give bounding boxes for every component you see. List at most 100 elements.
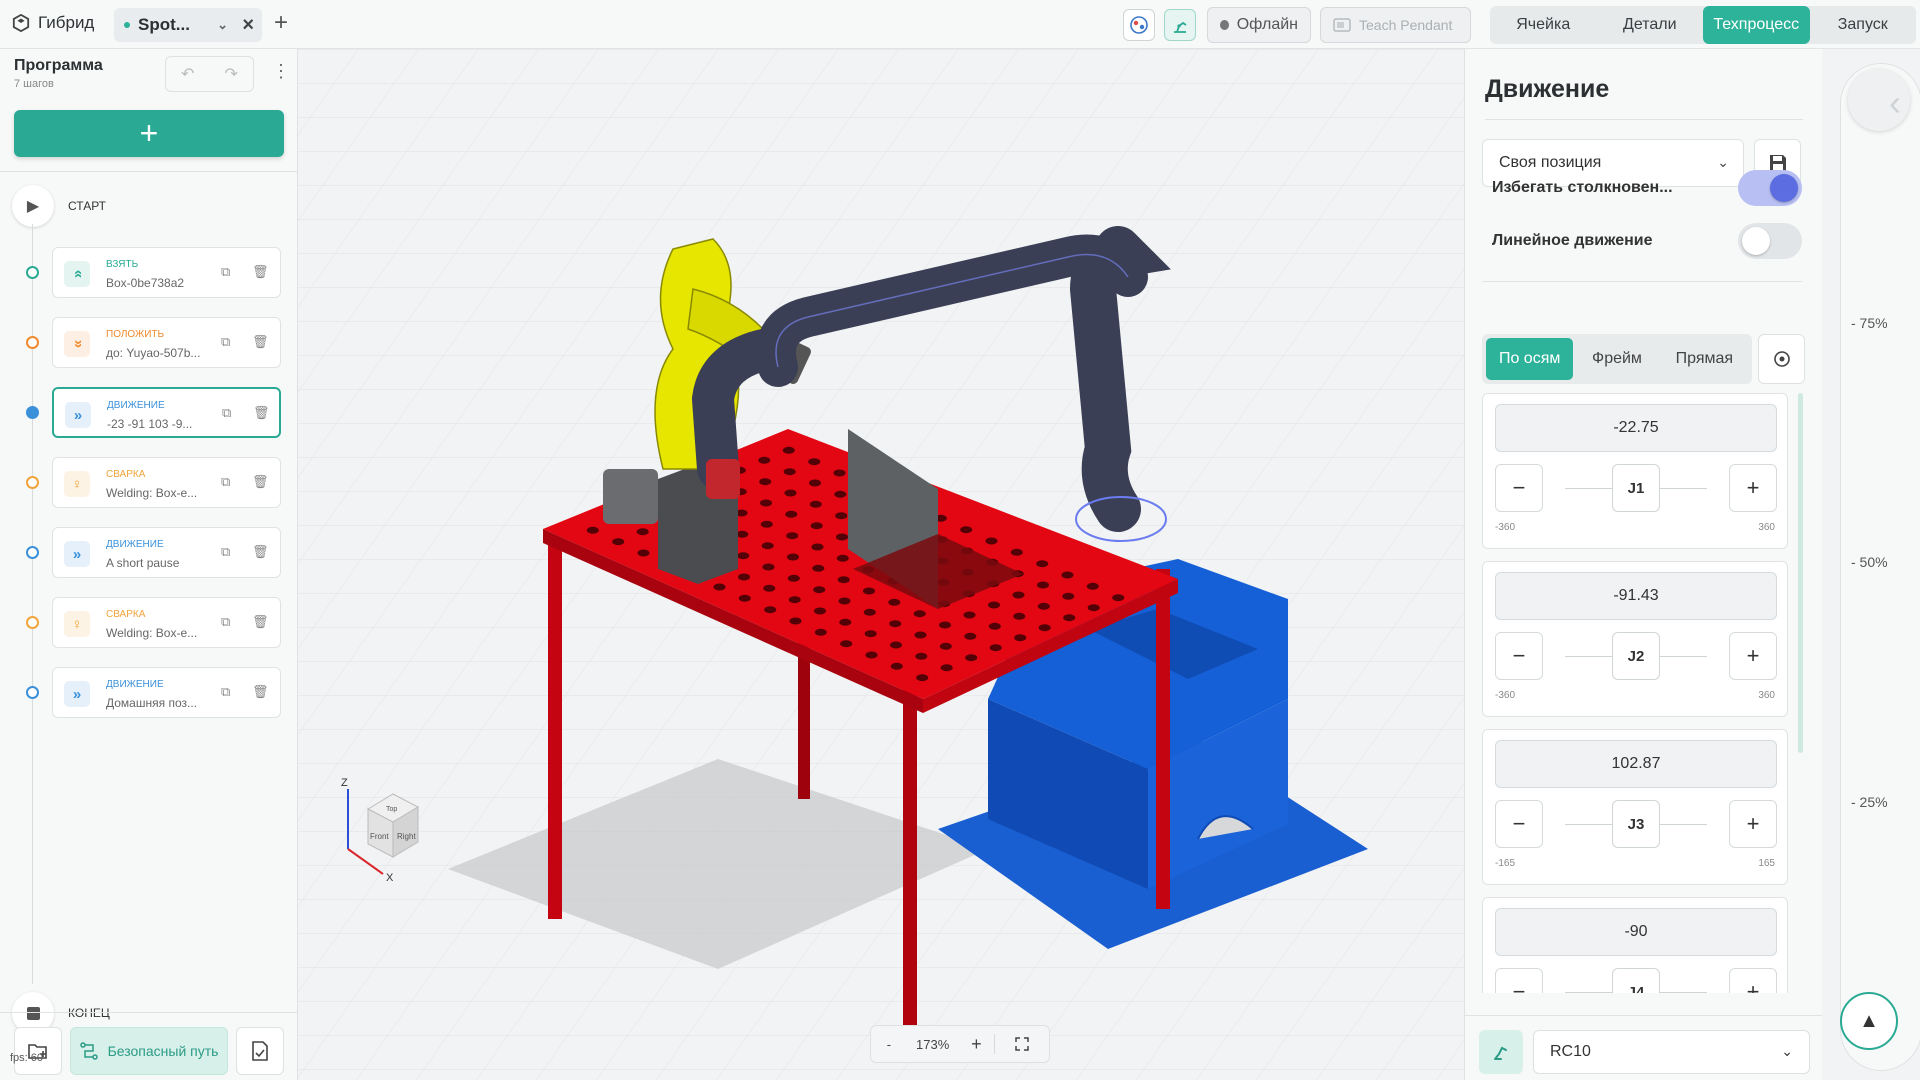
collision-icon: [1130, 16, 1148, 34]
table-hole: [914, 631, 927, 639]
redo-icon[interactable]: ↷: [210, 57, 254, 91]
copy-icon[interactable]: ⧉: [222, 405, 231, 421]
chevron-left-icon[interactable]: ‹: [1889, 82, 1901, 124]
program-step[interactable]: » ДВИЖЕНИЕ A short pause ⧉ 🗑: [52, 527, 281, 578]
step-description: A short pause: [106, 556, 180, 570]
table-hole: [989, 644, 1002, 652]
trash-icon[interactable]: 🗑: [252, 684, 269, 700]
copy-icon[interactable]: ⧉: [221, 684, 230, 700]
3d-viewport[interactable]: Z X Top Front Right - 173% +: [298, 49, 1464, 1080]
tab-joints[interactable]: По осям: [1486, 338, 1574, 380]
copy-icon[interactable]: ⧉: [221, 334, 230, 350]
table-hole: [812, 564, 825, 572]
add-tab-button[interactable]: +: [274, 9, 288, 37]
tab-parts[interactable]: Детали: [1597, 6, 1704, 44]
joint-control: -90 − J4 +: [1482, 897, 1788, 993]
program-report-button[interactable]: [236, 1027, 284, 1075]
trash-icon[interactable]: 🗑: [252, 614, 269, 630]
program-step[interactable]: ♀ СВАРКА Welding: Box-e... ⧉ 🗑: [52, 457, 281, 508]
table-hole: [814, 628, 827, 636]
safe-path-label: Безопасный путь: [107, 1043, 219, 1059]
table-hole: [764, 606, 777, 614]
step-description: Welding: Box-e...: [106, 486, 198, 500]
fit-view-icon[interactable]: [995, 1037, 1049, 1051]
copy-icon[interactable]: ⧉: [221, 614, 230, 630]
move-icon: »: [64, 541, 90, 567]
zoom-out-button[interactable]: -: [871, 1037, 907, 1052]
increment-button[interactable]: +: [1729, 632, 1777, 680]
safe-path-button[interactable]: Безопасный путь: [70, 1027, 228, 1075]
step-type: ДВИЖЕНИЕ: [106, 539, 164, 550]
table-hole: [985, 537, 998, 545]
divider: [1485, 119, 1803, 120]
teach-pendant-button[interactable]: Teach Pendant: [1320, 7, 1471, 43]
avoid-collisions-toggle[interactable]: [1738, 170, 1802, 206]
trash-icon[interactable]: 🗑: [252, 474, 269, 490]
offline-status[interactable]: Офлайн: [1207, 7, 1311, 43]
table-hole: [808, 458, 821, 466]
decrement-button[interactable]: −: [1495, 968, 1543, 993]
table-hole: [1014, 634, 1027, 642]
collision-check-button[interactable]: [1123, 9, 1155, 41]
joint-slider-handle[interactable]: J4: [1612, 968, 1660, 993]
joint-control: -91.43 − J2 + -360 360: [1482, 561, 1788, 717]
decrement-button[interactable]: −: [1495, 632, 1543, 680]
axis-x-label: X: [386, 872, 394, 884]
joint-slider-handle[interactable]: J3: [1612, 800, 1660, 848]
joint-value-input[interactable]: 102.87: [1495, 740, 1777, 788]
robot-select[interactable]: RC10 ⌄: [1533, 1030, 1810, 1074]
increment-button[interactable]: +: [1729, 968, 1777, 993]
undo-icon[interactable]: ↶: [166, 57, 210, 91]
tab-run[interactable]: Запуск: [1810, 6, 1917, 44]
table-hole: [738, 594, 751, 602]
trash-icon[interactable]: 🗑: [253, 405, 270, 421]
tab-frame[interactable]: Фрейм: [1573, 338, 1660, 380]
copy-icon[interactable]: ⧉: [221, 474, 230, 490]
program-step[interactable]: » ВЗЯТЬ Box-0be738a2 ⧉ 🗑: [52, 247, 281, 298]
copy-icon[interactable]: ⧉: [221, 544, 230, 560]
program-step[interactable]: « ПОЛОЖИТЬ до: Yuyao-507b... ⧉ 🗑: [52, 317, 281, 368]
step-type: ВЗЯТЬ: [106, 259, 139, 270]
robot-arm-icon: [1494, 1046, 1507, 1060]
table-hole: [835, 512, 848, 520]
copy-icon[interactable]: ⧉: [221, 264, 230, 280]
decrement-button[interactable]: −: [1495, 800, 1543, 848]
expand-up-button[interactable]: ▲: [1840, 992, 1898, 1050]
joint-value-input[interactable]: -91.43: [1495, 572, 1777, 620]
status-dot-icon: [1220, 20, 1229, 30]
linear-motion-toggle[interactable]: [1738, 223, 1802, 259]
program-step[interactable]: ♀ СВАРКА Welding: Box-e... ⧉ 🗑: [52, 597, 281, 648]
joint-value-input[interactable]: -22.75: [1495, 404, 1777, 452]
trash-icon[interactable]: 🗑: [252, 544, 269, 560]
play-icon[interactable]: ▶: [12, 185, 54, 227]
joint-slider-handle[interactable]: J1: [1612, 464, 1660, 512]
target-button[interactable]: [1758, 334, 1805, 384]
zoom-in-button[interactable]: +: [959, 1034, 995, 1055]
more-options-icon[interactable]: ⋮: [272, 61, 290, 82]
joint-slider-handle[interactable]: J2: [1612, 632, 1660, 680]
joint-value-input[interactable]: -90: [1495, 908, 1777, 956]
robot-tool-button[interactable]: [1479, 1030, 1523, 1074]
increment-button[interactable]: +: [1729, 800, 1777, 848]
joint-list-scrollbar[interactable]: [1798, 393, 1803, 753]
increment-button[interactable]: +: [1729, 464, 1777, 512]
tab-process[interactable]: Техпроцесс: [1703, 6, 1810, 44]
robot-view-button[interactable]: [1164, 9, 1196, 41]
close-icon[interactable]: ×: [242, 14, 254, 37]
trash-icon[interactable]: 🗑: [252, 334, 269, 350]
trash-icon[interactable]: 🗑: [252, 264, 269, 280]
document-tab[interactable]: Spot... ⌄ ×: [114, 8, 262, 42]
table-hole: [864, 630, 877, 638]
program-step[interactable]: » ДВИЖЕНИЕ -23 -91 103 -9... ⧉ 🗑: [52, 387, 281, 438]
move-icon: »: [64, 681, 90, 707]
chevron-down-icon[interactable]: ⌄: [217, 17, 228, 33]
tab-cell[interactable]: Ячейка: [1490, 6, 1597, 44]
brand[interactable]: Гибрид: [12, 13, 94, 33]
new-folder-button[interactable]: [14, 1027, 62, 1075]
add-step-button[interactable]: +: [14, 110, 284, 157]
fps-counter: fps: 60: [10, 1052, 44, 1064]
timeline-node: [26, 336, 39, 349]
decrement-button[interactable]: −: [1495, 464, 1543, 512]
tab-linear[interactable]: Прямая: [1661, 338, 1748, 380]
program-step[interactable]: » ДВИЖЕНИЕ Домашняя поз... ⧉ 🗑: [52, 667, 281, 718]
